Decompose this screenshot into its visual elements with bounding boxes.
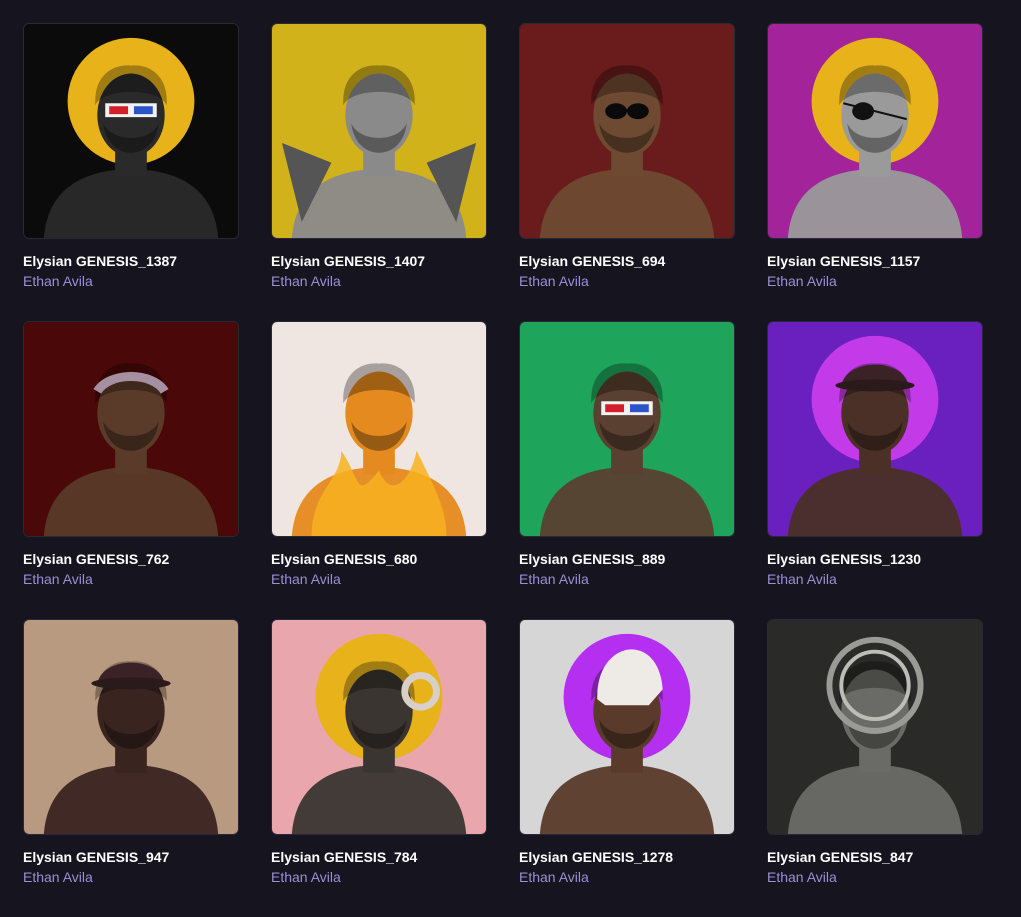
- artwork-image: [272, 24, 486, 238]
- nft-thumbnail[interactable]: [767, 321, 983, 537]
- nft-thumbnail[interactable]: [519, 321, 735, 537]
- nft-thumbnail[interactable]: [271, 23, 487, 239]
- artwork-image: [768, 322, 982, 536]
- nft-title[interactable]: Elysian GENESIS_1230: [767, 551, 983, 567]
- nft-title[interactable]: Elysian GENESIS_784: [271, 849, 487, 865]
- nft-thumbnail[interactable]: [23, 23, 239, 239]
- nft-thumbnail[interactable]: [767, 23, 983, 239]
- artwork-image: [520, 620, 734, 834]
- nft-title[interactable]: Elysian GENESIS_847: [767, 849, 983, 865]
- nft-title[interactable]: Elysian GENESIS_1157: [767, 253, 983, 269]
- artwork-image: [24, 24, 238, 238]
- nft-title[interactable]: Elysian GENESIS_947: [23, 849, 239, 865]
- nft-artist[interactable]: Ethan Avila: [23, 571, 239, 587]
- 3d-glasses-icon: [105, 103, 157, 118]
- nft-thumbnail[interactable]: [767, 619, 983, 835]
- nft-card[interactable]: Elysian GENESIS_1157 Ethan Avila: [767, 23, 983, 321]
- nft-card[interactable]: Elysian GENESIS_947 Ethan Avila: [23, 619, 239, 917]
- nft-card[interactable]: Elysian GENESIS_1230 Ethan Avila: [767, 321, 983, 619]
- nft-artist[interactable]: Ethan Avila: [519, 869, 735, 885]
- nft-thumbnail[interactable]: [519, 619, 735, 835]
- artwork-image: [24, 322, 238, 536]
- artwork-image: [24, 620, 238, 834]
- artwork-image: [768, 24, 982, 238]
- nft-artist[interactable]: Ethan Avila: [519, 273, 735, 289]
- nft-card[interactable]: Elysian GENESIS_680 Ethan Avila: [271, 321, 487, 619]
- nft-artist[interactable]: Ethan Avila: [271, 869, 487, 885]
- nft-card[interactable]: Elysian GENESIS_847 Ethan Avila: [767, 619, 983, 917]
- nft-card[interactable]: Elysian GENESIS_1278 Ethan Avila: [519, 619, 735, 917]
- artwork-image: [520, 322, 734, 536]
- nft-artist[interactable]: Ethan Avila: [23, 869, 239, 885]
- nft-card[interactable]: Elysian GENESIS_1407 Ethan Avila: [271, 23, 487, 321]
- nft-title[interactable]: Elysian GENESIS_1387: [23, 253, 239, 269]
- nft-artist[interactable]: Ethan Avila: [519, 571, 735, 587]
- nft-thumbnail[interactable]: [23, 321, 239, 537]
- nft-card[interactable]: Elysian GENESIS_1387 Ethan Avila: [23, 23, 239, 321]
- nft-title[interactable]: Elysian GENESIS_889: [519, 551, 735, 567]
- artwork-image: [272, 322, 486, 536]
- nft-artist[interactable]: Ethan Avila: [767, 273, 983, 289]
- nft-card[interactable]: Elysian GENESIS_784 Ethan Avila: [271, 619, 487, 917]
- 3d-glasses-icon: [601, 401, 653, 416]
- nft-title[interactable]: Elysian GENESIS_680: [271, 551, 487, 567]
- nft-thumbnail[interactable]: [271, 321, 487, 537]
- nft-title[interactable]: Elysian GENESIS_1407: [271, 253, 487, 269]
- nft-title[interactable]: Elysian GENESIS_694: [519, 253, 735, 269]
- nft-artist[interactable]: Ethan Avila: [767, 869, 983, 885]
- nft-thumbnail[interactable]: [23, 619, 239, 835]
- artwork-image: [520, 24, 734, 238]
- nft-title[interactable]: Elysian GENESIS_762: [23, 551, 239, 567]
- nft-artist[interactable]: Ethan Avila: [271, 273, 487, 289]
- artwork-image: [272, 620, 486, 834]
- nft-artist[interactable]: Ethan Avila: [767, 571, 983, 587]
- nft-artist[interactable]: Ethan Avila: [271, 571, 487, 587]
- nft-thumbnail[interactable]: [271, 619, 487, 835]
- nft-title[interactable]: Elysian GENESIS_1278: [519, 849, 735, 865]
- nft-artist[interactable]: Ethan Avila: [23, 273, 239, 289]
- nft-gallery-grid: Elysian GENESIS_1387 Ethan Avila Elysian G…: [23, 23, 983, 917]
- artwork-image: [768, 620, 982, 834]
- nft-thumbnail[interactable]: [519, 23, 735, 239]
- nft-card[interactable]: Elysian GENESIS_889 Ethan Avila: [519, 321, 735, 619]
- nft-card[interactable]: Elysian GENESIS_694 Ethan Avila: [519, 23, 735, 321]
- nft-card[interactable]: Elysian GENESIS_762 Ethan Avila: [23, 321, 239, 619]
